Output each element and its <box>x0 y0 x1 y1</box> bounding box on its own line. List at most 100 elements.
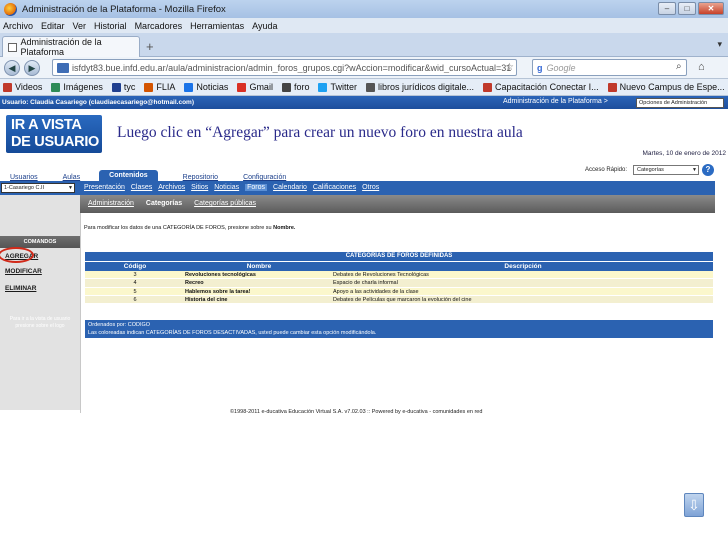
address-bar[interactable]: isfdyt83.bue.infd.edu.ar/aula/administra… <box>52 59 517 76</box>
table-title: CATEGORÍAS DE FOROS DEFINIDAS <box>85 252 713 261</box>
row-code: 6 <box>133 296 137 303</box>
menu-archivo[interactable]: Archivo <box>3 21 33 31</box>
home-icon[interactable]: ⌂ <box>698 61 705 73</box>
subnav-categorias[interactable]: Categorías <box>146 200 182 207</box>
bookmark-item[interactable]: Capacitación Conectar I... <box>483 82 599 92</box>
menu-historial[interactable]: Historial <box>94 21 127 31</box>
quick-access-select[interactable]: Categorías <box>633 165 699 175</box>
tabbar: Administración de la Plataforma + ▾ <box>0 33 728 57</box>
row-name[interactable]: Recreo <box>185 279 333 286</box>
user-info: Usuario: Claudia Casariego (claudiaecasa… <box>2 99 195 106</box>
submenu-clases[interactable]: Clases <box>131 184 152 191</box>
bookmark-label: Videos <box>15 82 43 92</box>
site-identity-icon[interactable] <box>57 62 69 73</box>
menu-editar[interactable]: Editar <box>41 21 65 31</box>
bookmark-item[interactable]: Nuevo Campus de Espe... <box>607 82 725 92</box>
search-icon[interactable]: ⌕ <box>676 61 682 72</box>
sidebar-note: Para ir a la vista de usuario presione s… <box>9 316 71 329</box>
bookmark-item[interactable]: Imágenes <box>51 82 103 92</box>
bookmark-favicon-icon <box>144 82 154 92</box>
google-icon[interactable]: g <box>537 63 543 73</box>
bookmark-item[interactable]: foro <box>281 82 309 92</box>
tab-aulas[interactable]: Aulas <box>53 174 81 181</box>
bookmark-item[interactable]: FLIA <box>144 82 175 92</box>
user-view-logo-button[interactable]: IR A VISTA DE USUARIO <box>6 115 102 153</box>
help-icon[interactable]: ? <box>702 164 714 176</box>
row-name-link[interactable]: Recreo <box>185 280 204 286</box>
menu-ayuda[interactable]: Ayuda <box>252 21 277 31</box>
tab-configuracion[interactable]: Configuración <box>233 174 286 181</box>
row-name[interactable]: Revoluciones tecnológicas <box>185 271 333 278</box>
menu-marcadores[interactable]: Marcadores <box>135 21 183 31</box>
page-favicon-icon <box>8 42 17 52</box>
new-tab-button[interactable]: + <box>146 39 154 54</box>
quick-access-label: Acceso Rápido: <box>585 167 628 173</box>
submenu-presentacion[interactable]: Presentación <box>84 184 125 191</box>
search-input[interactable]: g Google <box>532 59 687 76</box>
bookmark-item[interactable]: Twitter <box>318 82 357 92</box>
tab-usuarios[interactable]: Usuarios <box>0 174 38 181</box>
submenu-noticias[interactable]: Noticias <box>214 184 239 191</box>
submenu-calendario[interactable]: Calendario <box>273 184 307 191</box>
tab-repositorio[interactable]: Repositorio <box>173 174 218 181</box>
page-footer: ©1998-2011 e-ducativa Educación Virtual … <box>230 409 483 415</box>
row-desc: Debates de Películas que marcaron la evo… <box>333 296 472 303</box>
minimize-button[interactable]: – <box>658 2 676 15</box>
back-button[interactable]: ◀ <box>4 60 20 76</box>
content-submenu: Presentación Clases Archivos Sitios Noti… <box>84 184 385 191</box>
browser-tab[interactable]: Administración de la Plataforma <box>2 36 140 57</box>
address-url: isfdyt83.bue.infd.edu.ar/aula/administra… <box>72 62 512 73</box>
tab-contenidos[interactable]: Contenidos <box>99 170 158 181</box>
bookmark-item[interactable]: Gmail <box>237 82 273 92</box>
menu-ver[interactable]: Ver <box>73 21 87 31</box>
submenu-otros[interactable]: Otros <box>362 184 379 191</box>
header-descripcion: Descripción <box>504 263 542 270</box>
bookmark-label: FLIA <box>156 82 176 92</box>
row-name-link[interactable]: Hablemos sobre la tarea! <box>185 289 250 295</box>
current-date: Martes, 10 de enero de 2012 <box>642 150 726 157</box>
bookmark-star-icon[interactable]: ☆ <box>505 62 514 73</box>
forward-button[interactable]: ▶ <box>24 60 40 76</box>
firefox-logo-icon <box>4 2 17 16</box>
bookmark-favicon-icon <box>483 82 493 92</box>
bookmark-favicon-icon <box>111 82 121 92</box>
bookmarks-toolbar: Videos Imágenes tyc FLIA Noticias Gmail foro Tw… <box>0 79 728 96</box>
admin-link[interactable]: Administración de la Plataforma > <box>503 98 608 105</box>
bookmark-favicon-icon <box>365 82 375 92</box>
row-code: 3 <box>133 272 137 278</box>
submenu-sitios[interactable]: Sitios <box>191 184 208 191</box>
browser-tab-label: Administración de la Plataforma <box>20 37 102 57</box>
instruction-text: Para modificar los datos de una CATEGORÍ… <box>84 225 295 231</box>
header-nombre: Nombre <box>246 263 272 270</box>
bookmark-item[interactable]: tyc <box>111 82 135 92</box>
course-select[interactable]: 1-Casariego C.II <box>1 183 75 193</box>
table-row: 3 Revoluciones tecnológicas Debates de R… <box>85 271 713 280</box>
bookmark-item[interactable]: Noticias <box>184 82 228 92</box>
bookmark-item[interactable]: libros jurídicos digitale... <box>365 82 474 92</box>
search-placeholder: Google <box>546 62 576 73</box>
row-name[interactable]: Historia del cine <box>185 296 333 303</box>
submenu-calificaciones[interactable]: Calificaciones <box>313 184 356 191</box>
submenu-foros[interactable]: Foros <box>245 184 268 191</box>
modify-button[interactable]: MODIFICAR <box>5 268 42 275</box>
admin-options-select[interactable]: Opciones de Administración <box>636 98 724 108</box>
row-desc: Apoyo a las actividades de la clase <box>333 288 419 295</box>
tutorial-caption: Luego clic en “Agregar” para crear un nu… <box>117 124 523 141</box>
row-name-link[interactable]: Historia del cine <box>185 297 228 303</box>
list-tabs-icon[interactable]: ▾ <box>717 39 722 50</box>
user-bar: Usuario: Claudia Casariego (claudiaecasa… <box>0 96 728 109</box>
ordered-by: Ordenados por: CODIGO <box>88 322 151 328</box>
bookmark-item[interactable]: Videos <box>3 82 42 92</box>
close-button[interactable]: ✕ <box>698 2 724 15</box>
subnav-categorias-publicas[interactable]: Categorías públicas <box>194 200 256 207</box>
maximize-button[interactable]: □ <box>678 2 696 15</box>
row-name-link[interactable]: Revoluciones tecnológicas <box>185 272 256 278</box>
submenu-archivos[interactable]: Archivos <box>158 184 185 191</box>
scroll-down-icon[interactable]: ⇩ <box>684 493 704 517</box>
bookmark-label: Gmail <box>249 82 273 92</box>
delete-button[interactable]: ELIMINAR <box>5 285 36 292</box>
subnav-administracion[interactable]: Administración <box>88 200 134 207</box>
row-name[interactable]: Hablemos sobre la tarea! <box>185 288 333 295</box>
categories-table: CATEGORÍAS DE FOROS DEFINIDAS Código Nom… <box>85 252 713 305</box>
menu-herramientas[interactable]: Herramientas <box>190 21 244 31</box>
